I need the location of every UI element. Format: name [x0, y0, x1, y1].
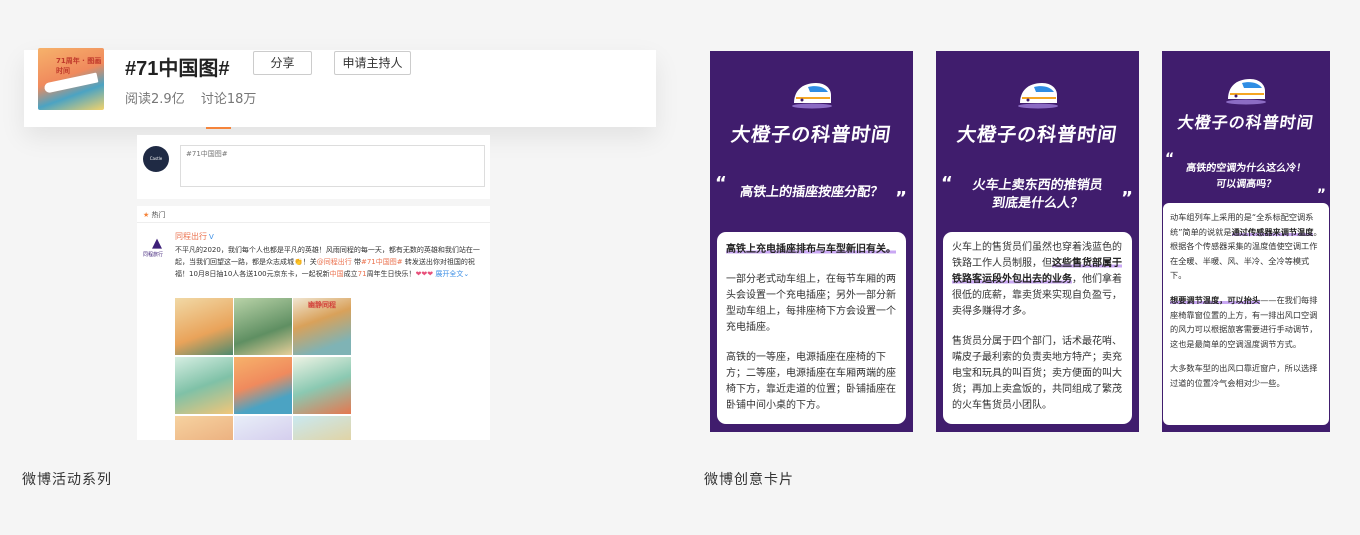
poster-title: 幽静同程	[308, 301, 336, 309]
quote-close-icon: ”	[1316, 187, 1326, 203]
verified-icon: V	[209, 233, 214, 241]
highlight-text: 通过传感器来调节温度	[1231, 226, 1314, 237]
card-question: 火车上卖东西的推销员	[971, 178, 1104, 193]
hot-icon: ★	[143, 211, 150, 219]
mention-link[interactable]: @同程出行	[317, 258, 352, 266]
topic-thumbnail[interactable]: 71周年 · 图画时间	[38, 48, 104, 110]
grid-image[interactable]	[234, 357, 292, 414]
card-question-line2: 到底是什么人？	[991, 196, 1085, 211]
grid-image[interactable]	[175, 357, 233, 414]
hot-section-label: ★ 热门	[143, 211, 166, 219]
card-title: 大橙子の科普时间	[1176, 113, 1316, 132]
train-icon	[791, 83, 832, 109]
grid-image[interactable]	[175, 298, 233, 355]
highlight-text: 高铁上充电插座排布与车型新旧有关。	[726, 244, 896, 255]
train-icon	[1226, 79, 1266, 105]
quote-close-icon: ”	[895, 188, 907, 209]
card-title: 大橙子の科普时间	[729, 124, 893, 146]
post-author[interactable]: 同程出行 V	[175, 231, 214, 242]
heart-icon: ❤❤❤	[415, 270, 434, 278]
grid-image[interactable]	[175, 416, 233, 440]
card-question: 高铁上的插座按座分配？	[739, 185, 885, 200]
quote-close-icon: ”	[1121, 188, 1133, 209]
topic-header-card: 71周年 · 图画时间 #71中国图# 分享 申请主持人 阅读2.9亿 讨论18…	[24, 48, 656, 127]
science-card-1[interactable]: 大橙子の科普时间 “ 高铁上的插座按座分配？ ” 高铁上充电插座排布与车型新旧有…	[710, 51, 913, 432]
card-paragraph: 一部分老式动车组上，在每节车厢的两头会设置一个充电插座；另外一部分新型动车组上，…	[726, 274, 896, 333]
compose-input[interactable]: #71中国图#	[180, 145, 485, 187]
card-paragraph: 大多数车型的出风口靠近窗户，所以选择过道的位置冷气会相对少一些。	[1170, 363, 1318, 388]
card-question-line2: 可以调高吗？	[1215, 179, 1277, 190]
card-content-panel: 火车上的售货员们虽然也穿着浅蓝色的铁路工作人员制服，但这些售货部属于铁路客运段外…	[943, 232, 1132, 424]
brand-logo-icon[interactable]: ▲	[147, 236, 167, 251]
card-paragraph: 售货员分属于四个部门，话术最花哨、嘴皮子最利索的负责卖地方特产；卖充电宝和玩具的…	[952, 336, 1122, 411]
grid-image[interactable]	[234, 416, 292, 440]
topic-title: #71中国图#	[125, 58, 230, 80]
card-title: 大橙子の科普时间	[955, 124, 1119, 146]
divider	[137, 222, 490, 223]
post-composer: Castle Arkam #71中国图#	[137, 135, 490, 199]
topic-stats: 阅读2.9亿 讨论18万	[125, 88, 268, 107]
chevron-down-icon[interactable]: ⌄	[463, 270, 469, 278]
card-content-panel: 高铁上充电插座排布与车型新旧有关。 一部分老式动车组上，在每节车厢的两头会设置一…	[717, 232, 906, 424]
card-content-panel: 动车组列车上采用的是“全系标配空调系统”简单的说就是通过传感器来调节温度。根据各…	[1163, 203, 1329, 425]
grid-image[interactable]	[293, 357, 351, 414]
emoji-icon: 👏	[294, 258, 303, 266]
highlight-text: 想要调节温度，可以抬头	[1170, 294, 1261, 305]
science-card-2[interactable]: 大橙子の科普时间 “ 火车上卖东西的推销员 到底是什么人？ ” 火车上的售货员们…	[936, 51, 1139, 432]
grid-image[interactable]	[293, 416, 351, 440]
grid-image[interactable]	[234, 298, 292, 355]
read-count: 阅读2.9亿	[125, 92, 185, 107]
avatar[interactable]: Castle Arkam	[143, 146, 169, 187]
card-paragraph: 高铁的一等座，电源插座在座椅的下方；二等座，电源插座在车厢两端的座椅下方，靠近走…	[726, 352, 896, 411]
science-card-3[interactable]: 大橙子の科普时间 “ 高铁的空调为什么这么冷！ 可以调高吗？ ” 动车组列车上采…	[1162, 51, 1330, 432]
grid-image[interactable]: 幽静同程	[293, 298, 351, 355]
active-tab-indicator	[206, 127, 231, 129]
post-body: 不平凡的2020，我们每个人也都是平凡的英雄！风雨同程的每一天，都有无数的英雄和…	[175, 246, 480, 278]
share-button[interactable]: 分享	[253, 51, 312, 75]
hashtag-link[interactable]: #71中国图#	[361, 258, 403, 266]
apply-host-button[interactable]: 申请主持人	[334, 51, 411, 75]
caption-weibo-campaign: 微博活动系列	[22, 472, 112, 488]
hot-feed: ★ 热门 ▲ 同程旅行 同程出行 V 不平凡的2020，我们每个人也都是平凡的英雄…	[137, 206, 490, 440]
card-question: 高铁的空调为什么这么冷！	[1185, 163, 1307, 174]
thumbnail-text: 71周年 · 图画时间	[56, 57, 102, 75]
caption-weibo-cards: 微博创意卡片	[704, 472, 794, 488]
discussion-count: 讨论18万	[200, 92, 257, 107]
expand-link[interactable]: 展开全文	[435, 270, 463, 278]
avatar-label: 同程旅行	[143, 252, 164, 258]
train-icon	[1017, 83, 1058, 109]
